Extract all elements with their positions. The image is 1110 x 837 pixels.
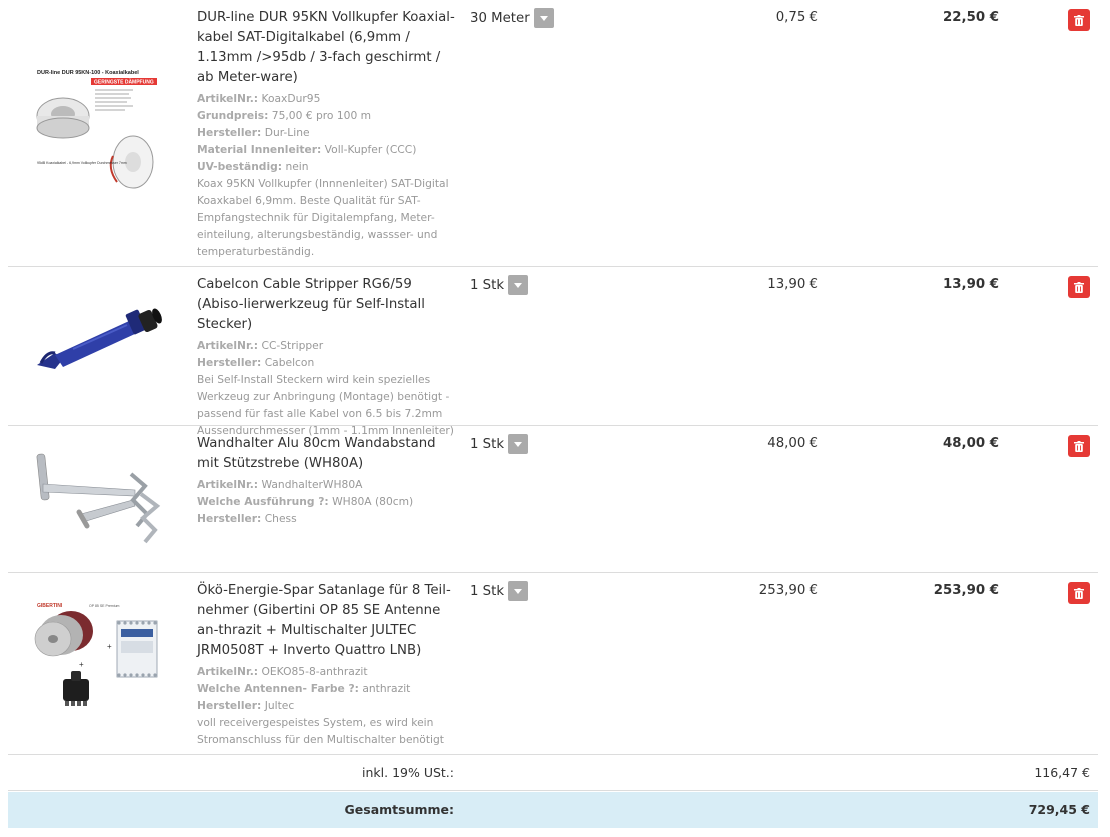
quantity-control: 30 Meter — [470, 8, 554, 28]
attr-manufacturer: Hersteller: Jultec — [197, 699, 295, 712]
attr-inner-conductor: Material Innenleiter: Voll-Kupfer (CCC) — [197, 143, 417, 156]
delete-item-button[interactable] — [1068, 9, 1090, 31]
attr-uv-resistant: UV-beständig: nein — [197, 160, 309, 173]
image-header-text: DUR-line DUR 95KN-100 - Koaxialkabel — [37, 70, 139, 76]
trash-icon — [1074, 14, 1084, 26]
line-total: 253,90 € — [933, 583, 999, 598]
line-total: 48,00 € — [943, 436, 999, 451]
caret-down-icon — [514, 282, 523, 288]
tax-label: inkl. 19% USt.: — [362, 765, 454, 780]
cart-item-row: DUR-line DUR 95KN-100 - Koaxialkabel GER… — [8, 0, 1098, 267]
tax-row: inkl. 19% USt.: 116,47 € — [8, 755, 1098, 791]
unit-price: 13,90 € — [767, 277, 818, 292]
product-attributes: ArtikelNr.: CC-Stripper Hersteller: Cabe… — [197, 337, 459, 439]
caret-down-icon — [514, 441, 523, 447]
unit-price: 48,00 € — [767, 436, 818, 451]
product-title-link[interactable]: Wandhalter Alu 80cm Wandabstand mit Stüt… — [197, 434, 459, 474]
quantity-dropdown-button[interactable] — [533, 8, 554, 28]
cart-item-row: Wandhalter Alu 80cm Wandabstand mit Stüt… — [8, 426, 1098, 573]
quantity-control: 1 Stk — [470, 581, 529, 601]
product-image-coax-cable[interactable]: DUR-line DUR 95KN-100 - Koaxialkabel GER… — [33, 64, 163, 194]
product-image-sat-system[interactable]: GIBERTINI OP 85 SE Premium + + — [33, 599, 163, 729]
attr-article-number: ArtikelNr.: WandhalterWH80A — [197, 478, 363, 491]
image-footer-text: 95dB Koaxialkabel - 6,9mm Vollkupfer Dur… — [37, 161, 127, 165]
tax-value: 116,47 € — [1034, 765, 1090, 780]
quantity-value: 1 Stk — [470, 583, 505, 599]
product-attributes: ArtikelNr.: WandhalterWH80A Welche Ausfü… — [197, 476, 459, 527]
attr-article-number: ArtikelNr.: KoaxDur95 — [197, 92, 321, 105]
attr-manufacturer: Hersteller: Dur-Line — [197, 126, 310, 139]
delete-item-button[interactable] — [1068, 435, 1090, 457]
quantity-value: 30 Meter — [470, 10, 530, 26]
product-title-link[interactable]: Cabelcon Cable Stripper RG6/59 (Abiso-li… — [197, 275, 459, 335]
attr-antenna-color: Welche Antennen- Farbe ?: anthrazit — [197, 682, 411, 695]
delete-item-button[interactable] — [1068, 582, 1090, 604]
cart-item-row: Cabelcon Cable Stripper RG6/59 (Abiso-li… — [8, 267, 1098, 437]
quantity-dropdown-button[interactable] — [508, 581, 529, 601]
product-image-cable-stripper[interactable] — [33, 281, 163, 411]
line-total: 13,90 € — [943, 277, 999, 292]
product-title-link[interactable]: Ökö-Energie-Spar Satanlage für 8 Teil-ne… — [197, 581, 459, 661]
caret-down-icon — [539, 15, 548, 21]
product-attributes: ArtikelNr.: KoaxDur95 Grundpreis: 75,00 … — [197, 90, 459, 260]
quantity-value: 1 Stk — [470, 436, 505, 452]
product-image-wall-mount[interactable] — [33, 434, 163, 564]
shopping-cart: DUR-line DUR 95KN-100 - Koaxialkabel GER… — [0, 0, 1110, 837]
item-description: Cabelcon Cable Stripper RG6/59 (Abiso-li… — [197, 275, 459, 439]
attr-article-number: ArtikelNr.: CC-Stripper — [197, 339, 324, 352]
item-description: Ökö-Energie-Spar Satanlage für 8 Teil-ne… — [197, 581, 459, 748]
unit-price: 0,75 € — [775, 10, 818, 25]
svg-text:+: + — [79, 660, 84, 669]
attr-manufacturer: Hersteller: Chess — [197, 512, 297, 525]
quantity-value: 1 Stk — [470, 277, 505, 293]
item-description: Wandhalter Alu 80cm Wandabstand mit Stüt… — [197, 434, 459, 527]
item-description: DUR-line DUR 95KN Vollkupfer Koaxial-kab… — [197, 8, 459, 260]
quantity-control: 1 Stk — [470, 275, 529, 295]
svg-text:+: + — [107, 642, 112, 651]
trash-icon — [1074, 440, 1084, 452]
trash-icon — [1074, 281, 1084, 293]
cart-item-row: GIBERTINI OP 85 SE Premium + + Ökö-Energ… — [8, 573, 1098, 755]
grand-total-value: 729,45 € — [1028, 802, 1090, 817]
image-banner-text: GERINGSTE DÄMPFUNG — [94, 79, 154, 86]
image-model-text: OP 85 SE Premium — [89, 604, 120, 608]
grand-total-label: Gesamtsumme: — [344, 802, 454, 817]
product-title-link[interactable]: DUR-line DUR 95KN Vollkupfer Koaxial-kab… — [197, 8, 459, 88]
attr-variant: Welche Ausführung ?: WH80A (80cm) — [197, 495, 414, 508]
attr-base-price: Grundpreis: 75,00 € pro 100 m — [197, 109, 372, 122]
quantity-dropdown-button[interactable] — [508, 275, 529, 295]
attr-manufacturer: Hersteller: Cabelcon — [197, 356, 315, 369]
unit-price: 253,90 € — [758, 583, 818, 598]
product-attributes: ArtikelNr.: OEKO85-8-anthrazit Welche An… — [197, 663, 459, 748]
trash-icon — [1074, 587, 1084, 599]
delete-item-button[interactable] — [1068, 276, 1090, 298]
quantity-dropdown-button[interactable] — [508, 434, 529, 454]
line-total: 22,50 € — [943, 10, 999, 25]
image-brand-text: GIBERTINI — [37, 603, 63, 609]
grand-total-row: Gesamtsumme: 729,45 € — [8, 792, 1098, 828]
product-note: Koax 95KN Vollkupfer (Innnenleiter) SAT-… — [197, 177, 449, 258]
caret-down-icon — [514, 588, 523, 594]
quantity-control: 1 Stk — [470, 434, 529, 454]
product-note: voll receivergespeistes System, es wird … — [197, 716, 444, 746]
attr-article-number: ArtikelNr.: OEKO85-8-anthrazit — [197, 665, 368, 678]
